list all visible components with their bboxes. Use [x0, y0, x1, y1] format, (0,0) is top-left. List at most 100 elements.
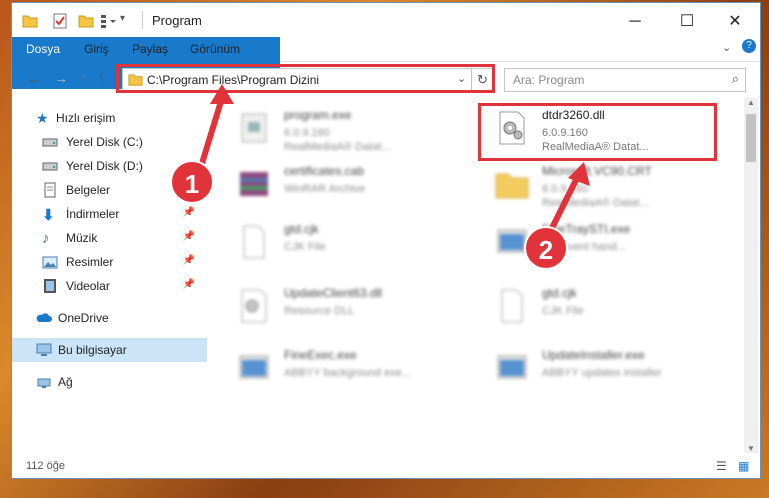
video-icon: [44, 279, 56, 293]
tab-home[interactable]: Giriş: [84, 37, 109, 61]
forward-arrow-icon: →: [54, 70, 68, 86]
sidebar-item-videos[interactable]: Videolar 📌: [12, 274, 207, 298]
title-bar: ▾ Program ─ ☐ ✕: [12, 3, 760, 37]
sidebar-item-pictures[interactable]: Resimler 📌: [12, 250, 207, 274]
sidebar-item-this-pc[interactable]: Bu bilgisayar: [12, 338, 207, 362]
file-name: UpdateClient63.dll: [284, 286, 383, 300]
file-type: WinRAR Archive: [284, 183, 366, 195]
close-button[interactable]: ✕: [712, 9, 758, 35]
vertical-scrollbar[interactable]: ▲ ▼: [744, 98, 758, 453]
file-version: 6.0.9.160: [542, 183, 588, 195]
music-icon: ♪: [42, 230, 50, 247]
pin-icon: 📌: [182, 255, 195, 266]
generic-file-icon: [243, 225, 265, 259]
archive-file-icon: [240, 172, 268, 196]
file-item[interactable]: gtd.cjk CJK File: [480, 280, 720, 332]
file-name: certificates.cab: [284, 164, 365, 178]
search-icon: ⌕: [731, 71, 739, 86]
details-view-icon[interactable]: ☰: [716, 459, 727, 473]
drive-icon: [42, 162, 58, 171]
sidebar-item-label: Videolar: [66, 279, 110, 293]
sidebar-item-onedrive[interactable]: OneDrive: [12, 306, 207, 330]
tab-view[interactable]: Görünüm: [190, 37, 240, 61]
document-icon: [44, 182, 56, 198]
pin-icon: 📌: [182, 279, 195, 290]
forward-button[interactable]: →: [54, 70, 68, 86]
title-divider: [142, 11, 143, 29]
sidebar-item-network[interactable]: Ağ: [12, 370, 207, 394]
sidebar-item-label: Belgeler: [66, 183, 111, 197]
file-item[interactable]: gtd.cjk CJK File: [222, 216, 462, 268]
maximize-button[interactable]: ☐: [664, 9, 710, 35]
file-item[interactable]: certificates.cab WinRAR Archive: [222, 158, 462, 210]
sidebar-item-label: Resimler: [66, 255, 114, 269]
maximize-icon: ☐: [679, 13, 695, 30]
folder-icon: [22, 15, 38, 28]
computer-icon: [36, 343, 52, 356]
generic-file-icon: [501, 289, 523, 323]
sidebar-item-label: Ağ: [58, 375, 73, 389]
cloud-icon: [36, 313, 52, 322]
window-title: Program: [152, 13, 202, 28]
exe-file-icon: [497, 355, 527, 379]
download-icon: ⬇: [42, 207, 55, 224]
minimize-button[interactable]: ─: [612, 9, 658, 35]
step-badge-1: 1: [170, 160, 214, 204]
folder-icon: [495, 173, 529, 199]
exe-file-icon: [241, 113, 267, 143]
back-arrow-icon: ←: [26, 70, 40, 86]
navigation-pane: ★ Hızlı erişim Yerel Disk (C:) Yerel Dis…: [12, 98, 207, 453]
file-description: ABBYY updates installer: [542, 367, 662, 379]
up-arrow-icon: ↑: [98, 70, 105, 86]
tab-share[interactable]: Paylaş: [132, 37, 168, 61]
pin-icon: 📌: [182, 207, 195, 218]
step-badge-2: 2: [524, 226, 568, 270]
sidebar-item-music[interactable]: ♪ Müzik 📌: [12, 226, 207, 250]
search-box[interactable]: Ara: Program ⌕: [504, 68, 746, 92]
star-icon: ★: [36, 110, 49, 126]
chevron-down-icon: ⌄: [80, 70, 89, 81]
sidebar-item-label: Yerel Disk (D:): [66, 159, 143, 173]
view-options-icon[interactable]: [100, 13, 116, 29]
properties-icon[interactable]: [52, 13, 68, 29]
status-bar: 112 öğe ☰ ▦: [12, 455, 760, 477]
file-type: Resource DLL: [284, 305, 355, 317]
sidebar-item-label: Bu bilgisayar: [58, 343, 127, 357]
file-item[interactable]: UpdateClient63.dll Resource DLL: [222, 280, 462, 332]
recent-locations-button[interactable]: ⌄: [80, 70, 88, 81]
file-item[interactable]: UpdateInstaller.exe ABBYY updates instal…: [480, 342, 720, 394]
drive-icon: [42, 138, 58, 147]
sidebar-item-quick-access[interactable]: ★ Hızlı erişim: [12, 106, 207, 130]
help-icon[interactable]: ?: [742, 39, 756, 53]
sidebar-item-label: Hızlı erişim: [56, 111, 116, 125]
scroll-down-icon[interactable]: ▼: [747, 444, 755, 453]
file-name: UpdateInstaller.exe: [542, 348, 645, 362]
back-button[interactable]: ←: [26, 70, 40, 86]
file-name: FineExec.exe: [284, 348, 357, 362]
expand-ribbon-icon[interactable]: ⌄: [722, 41, 731, 54]
network-icon: [37, 378, 51, 388]
sidebar-item-local-disk-c[interactable]: Yerel Disk (C:): [12, 130, 207, 154]
file-meta: 6.0.9.160 RealMediaA® Datat...: [284, 126, 391, 154]
file-name: gtd.cjk: [284, 222, 319, 236]
new-folder-icon[interactable]: [78, 13, 94, 29]
sidebar-item-downloads[interactable]: ⬇ İndirmeler 📌: [12, 202, 207, 226]
file-type: CJK File: [542, 305, 584, 317]
file-item[interactable]: FineExec.exe ABBYY background exe...: [222, 342, 462, 394]
file-highlight: [478, 103, 717, 161]
scrollbar-thumb[interactable]: [746, 114, 756, 162]
file-name: gtd.cjk: [542, 286, 577, 300]
sidebar-item-label: İndirmeler: [66, 207, 120, 221]
file-description: RealMediaA® Datat...: [542, 197, 649, 209]
file-item[interactable]: program.exe 6.0.9.160 RealMediaA® Datat..…: [222, 102, 462, 154]
up-button[interactable]: ↑: [98, 70, 105, 86]
close-icon: ✕: [728, 13, 742, 30]
large-icons-view-icon[interactable]: ▦: [738, 459, 749, 473]
file-item[interactable]: FineTraySTI.exe STI event hand...: [480, 216, 720, 268]
ribbon: Dosya Giriş Paylaş Görünüm ⌄ ?: [12, 37, 760, 89]
file-description: RealMediaA® Datat...: [284, 141, 391, 153]
customize-toolbar-icon[interactable]: ▾: [120, 13, 136, 29]
file-item[interactable]: Microsoft.VC90.CRT 6.0.9.160 RealMediaA® …: [480, 158, 720, 210]
scroll-up-icon[interactable]: ▲: [747, 98, 755, 107]
item-count: 112 öğe: [26, 460, 65, 472]
